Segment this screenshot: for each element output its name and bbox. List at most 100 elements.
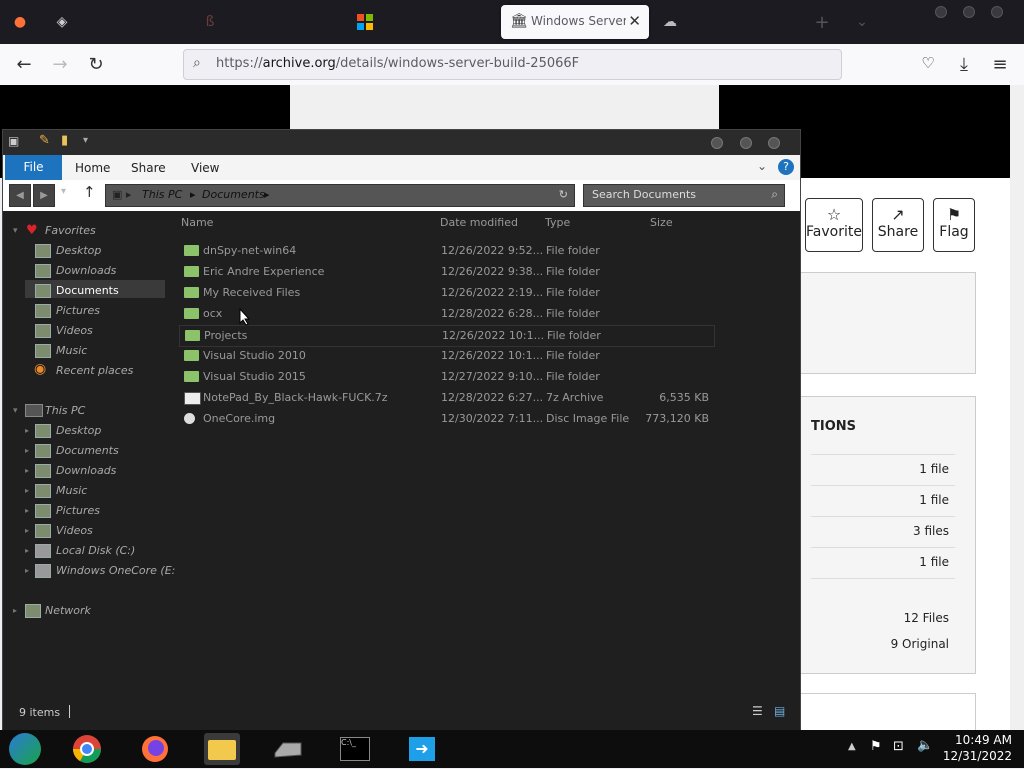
- expand-arrow-icon[interactable]: ▸: [25, 546, 29, 555]
- tab-file[interactable]: File: [5, 155, 62, 180]
- favorite-button[interactable]: ☆ Favorite: [805, 198, 863, 252]
- active-tab[interactable]: 🏛 Windows Server B ✕: [501, 5, 649, 39]
- tab-icon-b[interactable]: ß: [200, 12, 220, 32]
- file-row[interactable]: NotePad_By_Black-Hawk-FUCK.7z 12/28/2022…: [179, 388, 713, 408]
- nav-pc-desktop[interactable]: Desktop: [56, 424, 101, 437]
- firefox-icon[interactable]: [138, 733, 172, 765]
- nav-this-pc[interactable]: This PC: [45, 404, 85, 417]
- total-files[interactable]: 12 Files: [904, 611, 949, 625]
- column-name[interactable]: Name: [181, 216, 213, 229]
- collapse-arrow-icon[interactable]: ▾: [13, 406, 18, 416]
- column-size[interactable]: Size: [650, 216, 673, 229]
- search-icon[interactable]: ⌕: [771, 187, 778, 202]
- close-tab-icon[interactable]: ✕: [628, 12, 641, 30]
- file-row[interactable]: Eric Andre Experience 12/26/2022 9:38...…: [179, 262, 713, 282]
- file-row[interactable]: Visual Studio 2015 12/27/2022 9:10... Fi…: [179, 367, 713, 387]
- file-count-1[interactable]: 1 file: [919, 462, 949, 476]
- nav-pc-pictures[interactable]: Pictures: [56, 504, 100, 517]
- file-count-2[interactable]: 1 file: [919, 493, 949, 507]
- properties-icon[interactable]: ✎: [39, 133, 50, 148]
- file-row[interactable]: Visual Studio 2010 12/26/2022 10:1... Fi…: [179, 346, 713, 366]
- nav-pc-documents[interactable]: Documents: [56, 444, 119, 457]
- nav-pc-videos[interactable]: Videos: [56, 524, 93, 537]
- reload-icon[interactable]: ↻: [84, 54, 108, 75]
- expand-arrow-icon[interactable]: ▸: [25, 506, 29, 515]
- show-hidden-icons-icon[interactable]: ▲: [848, 741, 856, 752]
- downloads-icon[interactable]: ⤓: [952, 54, 976, 75]
- file-count-4[interactable]: 1 file: [919, 555, 949, 569]
- large-icons-view-icon[interactable]: ▤: [774, 704, 785, 718]
- expand-arrow-icon[interactable]: ▸: [25, 526, 29, 535]
- file-count-3[interactable]: 3 files: [913, 524, 949, 538]
- volume-icon[interactable]: 🔈: [917, 738, 933, 753]
- explorer-close-button[interactable]: [768, 137, 780, 149]
- breadcrumb-dropdown-icon[interactable]: ▸: [264, 188, 270, 201]
- up-arrow-icon[interactable]: ↑: [83, 183, 96, 201]
- nav-fav-videos[interactable]: Videos: [56, 324, 93, 337]
- firefox-icon[interactable]: ●: [10, 12, 30, 32]
- tab-share[interactable]: Share: [131, 161, 166, 175]
- pocket-icon[interactable]: ♡: [916, 54, 940, 72]
- nav-fav-documents[interactable]: Documents: [56, 284, 119, 297]
- breadcrumb-documents[interactable]: Documents: [202, 188, 265, 201]
- expand-arrow-icon[interactable]: ▸: [25, 566, 29, 575]
- nav-pc-music[interactable]: Music: [56, 484, 87, 497]
- microsoft-icon[interactable]: [355, 12, 375, 32]
- file-row[interactable]: OneCore.img 12/30/2022 7:11... Disc Imag…: [179, 409, 713, 429]
- file-row[interactable]: dnSpy-net-win64 12/26/2022 9:52... File …: [179, 241, 713, 261]
- nav-favorites[interactable]: Favorites: [45, 224, 96, 237]
- cloud-icon[interactable]: ☁: [660, 12, 680, 32]
- page-scrollbar[interactable]: [1010, 85, 1024, 730]
- refresh-icon[interactable]: ↻: [559, 188, 568, 201]
- share-button[interactable]: ↗ Share: [872, 198, 924, 252]
- action-center-flag-icon[interactable]: ⚑: [870, 739, 882, 754]
- quick-access-dropdown-icon[interactable]: ▾: [83, 135, 88, 146]
- new-tab-icon[interactable]: +: [812, 12, 832, 33]
- recent-locations-icon[interactable]: ▾: [61, 186, 66, 197]
- search-input[interactable]: Search Documents ⌕: [583, 184, 785, 207]
- original-count[interactable]: 9 Original: [891, 637, 949, 651]
- expand-ribbon-icon[interactable]: ⌄: [757, 159, 767, 173]
- file-row[interactable]: Projects 12/26/2022 10:1... File folder: [179, 325, 715, 347]
- network-tray-icon[interactable]: ⊡: [893, 739, 904, 754]
- drive-taskbar-icon[interactable]: [271, 733, 305, 765]
- explorer-back-button[interactable]: ◀: [9, 184, 31, 207]
- expand-arrow-icon[interactable]: ▸: [25, 446, 29, 455]
- column-type[interactable]: Type: [545, 216, 570, 229]
- details-view-icon[interactable]: ☰: [752, 704, 763, 718]
- back-icon[interactable]: ←: [12, 54, 36, 75]
- expand-arrow-icon[interactable]: ▸: [25, 426, 29, 435]
- tab-home[interactable]: Home: [75, 161, 110, 175]
- nav-fav-music[interactable]: Music: [56, 344, 87, 357]
- minimize-button[interactable]: [935, 6, 947, 18]
- maximize-button[interactable]: [963, 6, 975, 18]
- nav-pc-onecore[interactable]: Windows OneCore (E:: [56, 564, 175, 577]
- tab-list-icon[interactable]: ⌄: [852, 12, 872, 32]
- help-icon[interactable]: ?: [778, 159, 794, 175]
- file-explorer-taskbar-icon[interactable]: [204, 733, 240, 765]
- forward-icon[interactable]: →: [48, 54, 72, 75]
- command-prompt-icon[interactable]: C:\_: [337, 733, 371, 765]
- nav-fav-desktop[interactable]: Desktop: [56, 244, 101, 257]
- flag-button[interactable]: ⚑ Flag: [933, 198, 975, 252]
- breadcrumb-this-pc[interactable]: This PC: [142, 188, 182, 201]
- system-clock[interactable]: 10:49 AM 12/31/2022: [943, 732, 1012, 764]
- tab-icon-app[interactable]: ◈: [52, 12, 72, 32]
- tab-view[interactable]: View: [191, 161, 219, 175]
- nav-fav-downloads[interactable]: Downloads: [56, 264, 116, 277]
- url-bar[interactable]: ⌕ https://archive.org/details/windows-se…: [183, 49, 842, 80]
- explorer-minimize-button[interactable]: [711, 137, 723, 149]
- nav-fav-recent[interactable]: Recent places: [56, 364, 133, 377]
- address-bar[interactable]: ▣ ▸ This PC ▸ Documents ▸ ↻: [105, 184, 575, 207]
- nav-pc-local-disk[interactable]: Local Disk (C:): [56, 544, 135, 557]
- collapse-arrow-icon[interactable]: ▾: [13, 226, 18, 236]
- nav-network[interactable]: Network: [45, 604, 91, 617]
- expand-arrow-icon[interactable]: ▸: [25, 486, 29, 495]
- explorer-maximize-button[interactable]: [740, 137, 752, 149]
- column-date-modified[interactable]: Date modified: [440, 216, 518, 229]
- app-arrow-icon[interactable]: ➜: [405, 733, 439, 765]
- nav-pc-downloads[interactable]: Downloads: [56, 464, 116, 477]
- file-row[interactable]: My Received Files 12/26/2022 2:19... Fil…: [179, 283, 713, 303]
- explorer-forward-button[interactable]: ▶: [33, 184, 55, 207]
- start-button[interactable]: [9, 733, 41, 765]
